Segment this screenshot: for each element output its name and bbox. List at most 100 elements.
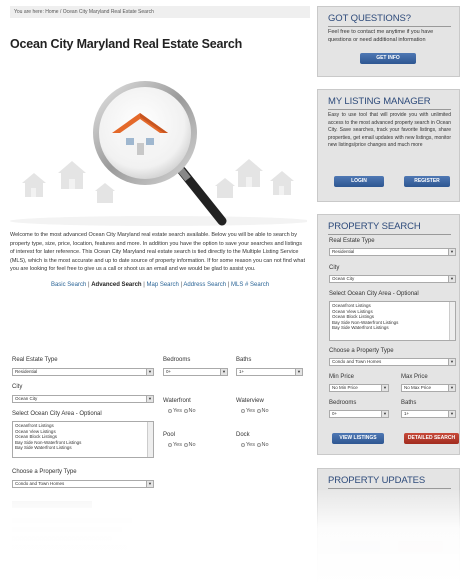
baths-value: 1+ [239, 369, 245, 374]
bedrooms-select[interactable]: 0+ ▼ [163, 368, 228, 376]
property-search-box: PROPERTY SEARCH Real Estate Type Residen… [317, 214, 460, 455]
chevron-down-icon: ▼ [146, 481, 153, 487]
view-listings-button[interactable]: VIEW LISTINGS [332, 433, 384, 444]
ps-property-type-label: Choose a Property Type [329, 348, 394, 354]
intro-paragraph: Welcome to the most advanced Ocean City … [10, 232, 306, 272]
baths-label: Baths [236, 357, 252, 363]
dock-label: Dock [236, 432, 250, 438]
list-item[interactable]: Bay Side Waterfront Listings [332, 325, 453, 331]
ps-type-select[interactable]: Residential ▼ [329, 248, 456, 256]
waterfront-label: Waterfront [163, 398, 191, 404]
chevron-down-icon: ▼ [448, 359, 455, 365]
real-estate-type-select[interactable]: Residential ▼ [12, 368, 154, 376]
ps-city-select[interactable]: Ocean City ▼ [329, 275, 456, 283]
ps-type-value: Residential [332, 249, 355, 254]
scrollbar[interactable] [449, 302, 455, 340]
chevron-down-icon: ▼ [381, 411, 388, 417]
chevron-down-icon: ▼ [146, 369, 153, 375]
ps-max-price-value: No Max Price [404, 385, 432, 390]
ps-min-price-value: No Min Price [332, 385, 358, 390]
ps-bedrooms-value: 0+ [332, 411, 338, 416]
pool-yes-radio[interactable] [168, 442, 172, 447]
chevron-down-icon: ▼ [448, 411, 455, 417]
area-listbox[interactable]: Oceanfront Listings Ocean View Listings … [12, 421, 154, 458]
waterfront-no-radio[interactable] [183, 408, 188, 413]
list-item[interactable]: Bay Side Waterfront Listings [15, 445, 151, 451]
ps-property-type-value: Condo and Town Homes [332, 359, 382, 364]
dock-yes-radio[interactable] [241, 442, 245, 447]
yes-label: Yes [246, 408, 255, 414]
listing-manager-text: Easy to use tool that will provide you w… [328, 112, 451, 148]
main-content: You are here: Home / Ocean City Maryland… [10, 6, 310, 288]
ps-area-listbox[interactable]: Oceanfront Listings Ocean View Listings … [329, 301, 456, 341]
breadcrumb-home-link[interactable]: Home [45, 9, 58, 15]
basic-search-link[interactable]: Basic Search [51, 282, 86, 288]
real-estate-type-label: Real Estate Type [12, 357, 58, 363]
bedrooms-value: 0+ [166, 369, 172, 374]
yes-label: Yes [246, 442, 255, 448]
address-search-link[interactable]: Address Search [183, 282, 226, 288]
breadcrumb-prefix: You are here: [14, 9, 44, 15]
no-label: No [188, 408, 196, 414]
property-type-label: Choose a Property Type [12, 469, 77, 475]
dock-no-radio[interactable] [256, 442, 261, 447]
listing-manager-title: MY LISTING MANAGER [328, 96, 431, 107]
divider [328, 234, 451, 235]
ps-min-price-select[interactable]: No Min Price ▼ [329, 384, 389, 392]
property-type-select[interactable]: Condo and Town Homes ▼ [12, 480, 154, 488]
sidebar-fade-overlay [317, 490, 462, 586]
login-button[interactable]: LOGIN [334, 176, 384, 187]
chevron-down-icon: ▼ [220, 369, 227, 375]
ps-baths-label: Baths [401, 400, 417, 406]
hero-image [10, 61, 307, 228]
ps-property-type-select[interactable]: Condo and Town Homes ▼ [329, 358, 456, 366]
property-type-value: Condo and Town Homes [15, 481, 65, 486]
chevron-down-icon: ▼ [295, 369, 302, 375]
ps-max-price-select[interactable]: No Max Price ▼ [401, 384, 456, 392]
city-select[interactable]: Ocean City ▼ [12, 395, 154, 403]
pool-radio-group: Yes No [168, 442, 196, 448]
mls-search-link[interactable]: MLS # Search [231, 282, 269, 288]
scrollbar[interactable] [147, 422, 153, 457]
pool-no-radio[interactable] [183, 442, 188, 447]
chevron-down-icon: ▼ [381, 385, 388, 391]
waterfront-radio-group: Yes No [168, 408, 196, 414]
page-title: Ocean City Maryland Real Estate Search [10, 37, 243, 51]
property-search-title: PROPERTY SEARCH [328, 221, 421, 232]
map-search-link[interactable]: Map Search [146, 282, 178, 288]
got-questions-text: Feel free to contact me anytime if you h… [328, 29, 434, 43]
got-questions-box: GOT QUESTIONS? Feel free to contact me a… [317, 6, 460, 77]
waterview-no-radio[interactable] [256, 408, 261, 413]
ps-type-label: Real Estate Type [329, 238, 375, 244]
get-info-button[interactable]: GET INFO [360, 53, 416, 64]
ps-bedrooms-label: Bedrooms [329, 400, 357, 406]
magnifier-houses-illustration [10, 81, 307, 226]
no-label: No [261, 408, 269, 414]
waterview-yes-radio[interactable] [241, 408, 245, 413]
chevron-down-icon: ▼ [448, 385, 455, 391]
ps-baths-select[interactable]: 1+ ▼ [401, 410, 456, 418]
waterfront-yes-radio[interactable] [168, 408, 172, 413]
ps-bedrooms-select[interactable]: 0+ ▼ [329, 410, 389, 418]
search-type-links: Basic Search | Advanced Search | Map Sea… [10, 282, 310, 288]
no-label: No [261, 442, 269, 448]
ps-max-price-label: Max Price [401, 374, 428, 380]
chevron-down-icon: ▼ [146, 396, 153, 402]
ps-baths-value: 1+ [404, 411, 410, 416]
property-updates-title: PROPERTY UPDATES [328, 475, 426, 486]
yes-label: Yes [173, 408, 182, 414]
advanced-search-link[interactable]: Advanced Search [91, 282, 141, 288]
breadcrumb: You are here: Home / Ocean City Maryland… [10, 6, 310, 18]
chevron-down-icon: ▼ [448, 249, 455, 255]
yes-label: Yes [173, 442, 182, 448]
real-estate-type-value: Residential [15, 369, 38, 374]
pool-label: Pool [163, 432, 176, 438]
divider [328, 488, 451, 489]
detailed-search-button[interactable]: DETAILED SEARCH [404, 433, 459, 444]
no-label: No [188, 442, 196, 448]
waterview-radio-group: Yes No [241, 408, 269, 414]
register-button[interactable]: REGISTER [404, 176, 450, 187]
baths-select[interactable]: 1+ ▼ [236, 368, 303, 376]
waterview-label: Waterview [236, 398, 264, 404]
ps-city-value: Ocean City [332, 276, 355, 281]
